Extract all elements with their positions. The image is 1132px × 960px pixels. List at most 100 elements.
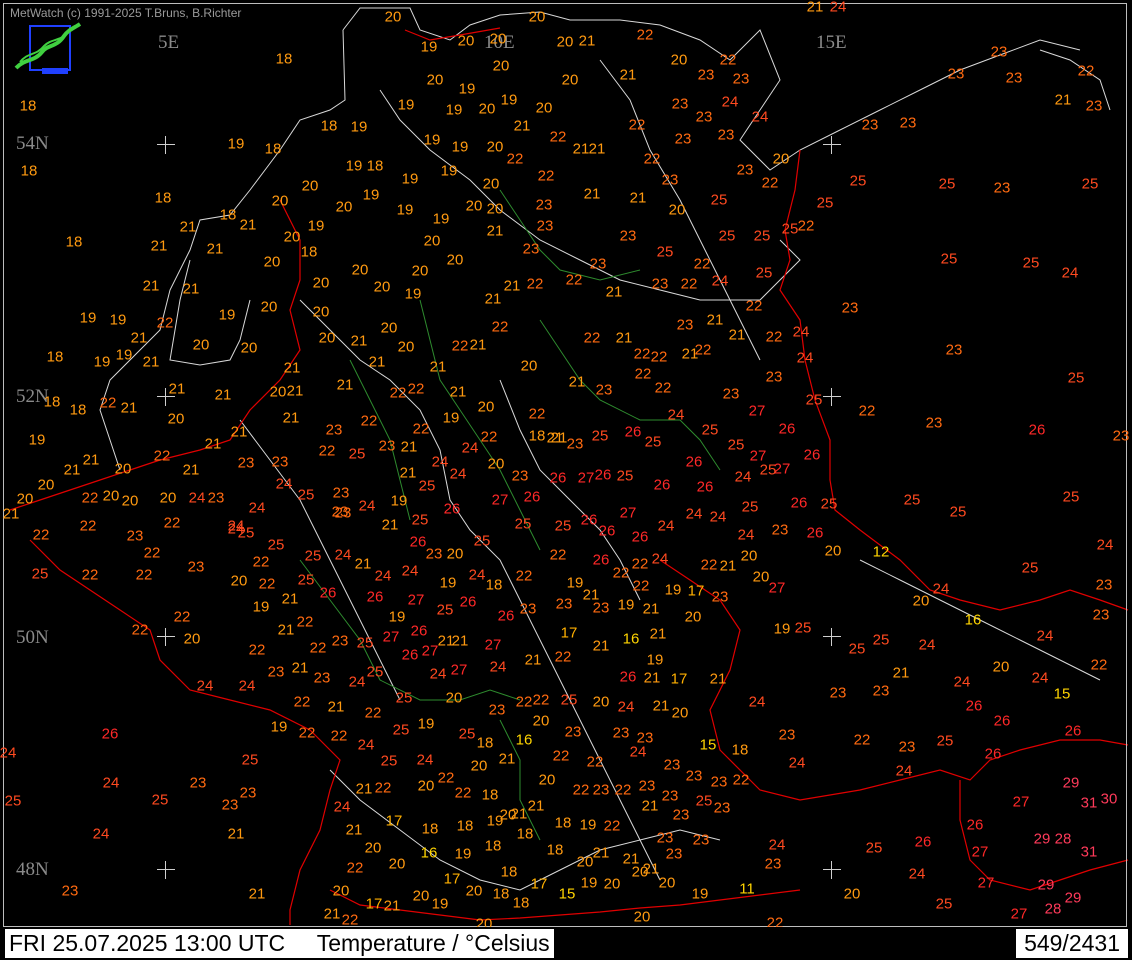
station-temperature: 22 [566, 272, 583, 289]
station-temperature: 11 [739, 881, 755, 898]
station-temperature: 23 [862, 117, 879, 134]
station-temperature: 25 [719, 228, 736, 245]
station-temperature: 19 [253, 599, 270, 616]
station-temperature: 20 [103, 488, 120, 505]
station-temperature: 25 [782, 221, 799, 238]
station-temperature: 19 [424, 132, 441, 149]
station-temperature: 18 [732, 742, 749, 759]
station-temperature: 24 [1032, 670, 1049, 687]
station-temperature: 21 [355, 556, 372, 573]
station-temperature: 18 [367, 158, 384, 175]
station-temperature: 19 [219, 307, 236, 324]
station-temperature: 22 [632, 556, 649, 573]
station-temperature: 25 [696, 793, 713, 810]
station-temperature: 20 [671, 52, 688, 69]
station-temperature: 22 [82, 567, 99, 584]
station-temperature: 31 [1081, 844, 1098, 861]
station-temperature: 21 [180, 219, 197, 236]
station-temperature: 22 [584, 330, 601, 347]
station-temperature: 21 [729, 327, 746, 344]
station-temperature: 20 [313, 304, 330, 321]
station-temperature: 25 [1068, 370, 1085, 387]
station-temperature: 25 [298, 487, 315, 504]
station-temperature: 21 [278, 622, 295, 639]
station-temperature: 21 [3, 506, 20, 523]
station-temperature: 25 [367, 664, 384, 681]
station-temperature: 17 [366, 896, 383, 913]
station-temperature: 20 [193, 337, 210, 354]
station-temperature: 26 [985, 746, 1002, 763]
station-temperature: 26 [686, 454, 703, 471]
station-temperature: 23 [666, 846, 683, 863]
station-temperature: 24 [417, 752, 434, 769]
station-temperature: 21 [205, 436, 222, 453]
station-temperature: 26 [595, 467, 612, 484]
station-temperature: 18 [555, 815, 572, 832]
station-temperature: 26 [632, 529, 649, 546]
station-temperature: 25 [357, 635, 374, 652]
station-temperature: 20 [632, 864, 649, 881]
station-temperature: 25 [592, 428, 609, 445]
station-temperature: 23 [188, 559, 205, 576]
station-temperature: 23 [657, 830, 674, 847]
station-temperature: 23 [520, 601, 537, 618]
station-temperature: 24 [1062, 265, 1079, 282]
station-temperature: 17 [671, 671, 688, 688]
station-temperature: 27 [978, 875, 995, 892]
station-temperature: 21 [551, 430, 568, 447]
station-temperature: 24 [909, 866, 926, 883]
station-temperature: 23 [652, 276, 669, 293]
weather-map: MetWatch (c) 1991-2025 T.Bruns, B.Richte… [0, 0, 1132, 960]
station-temperature: 23 [1006, 70, 1023, 87]
station-temperature: 22 [651, 349, 668, 366]
station-temperature: 23 [772, 522, 789, 539]
station-temperature: 28 [1055, 831, 1072, 848]
station-temperature: 24 [1097, 537, 1114, 554]
station-temperature: 24 [358, 737, 375, 754]
station-temperature: 24 [432, 454, 449, 471]
station-temperature: 23 [590, 256, 607, 273]
station-temperature: 19 [405, 286, 422, 303]
station-temperature: 21 [569, 374, 586, 391]
station-temperature: 19 [391, 493, 408, 510]
station-temperature: 18 [485, 838, 502, 855]
station-temperature: 20 [466, 883, 483, 900]
station-temperature: 20 [483, 176, 500, 193]
station-temperature: 20 [773, 151, 790, 168]
station-temperature: 18 [220, 207, 237, 224]
station-temperature: 20 [741, 548, 758, 565]
station-temperature: 19 [271, 719, 288, 736]
station-temperature: 20 [264, 254, 281, 271]
station-temperature: 22 [455, 785, 472, 802]
station-temperature: 23 [675, 131, 692, 148]
footer-datetime-parameter: FRI 25.07.2025 13:00 UTC Temperature / °… [5, 929, 554, 958]
station-temperature: 22 [613, 565, 630, 582]
station-temperature: 23 [664, 757, 681, 774]
station-temperature: 21 [282, 591, 299, 608]
station-temperature: 21 [807, 0, 824, 16]
station-temperature: 23 [379, 438, 396, 455]
station-temperature: 23 [222, 797, 239, 814]
station-temperature: 24 [668, 407, 685, 424]
station-temperature: 25 [1063, 489, 1080, 506]
station-temperature: 21 [283, 410, 300, 427]
station-temperature: 26 [460, 594, 477, 611]
station-temperature: 23 [672, 96, 689, 113]
station-temperature: 26 [620, 669, 637, 686]
station-temperature: 19 [308, 218, 325, 235]
station-temperature: 20 [521, 358, 538, 375]
station-temperature: 22 [529, 406, 546, 423]
station-temperature: 23 [536, 197, 553, 214]
station-temperature: 23 [830, 685, 847, 702]
station-temperature: 20 [529, 9, 546, 26]
station-temperature: 22 [767, 915, 784, 928]
station-temperature: 25 [873, 632, 890, 649]
station-temperature: 16 [421, 845, 438, 862]
station-temperature: 23 [512, 468, 529, 485]
station-temperature: 17 [688, 583, 705, 600]
footer-parameter: Temperature / °Celsius [316, 930, 550, 956]
station-temperature: 23 [333, 485, 350, 502]
station-temperature: 22 [154, 448, 171, 465]
station-temperature: 19 [351, 119, 368, 136]
station-temperature: 19 [581, 875, 598, 892]
